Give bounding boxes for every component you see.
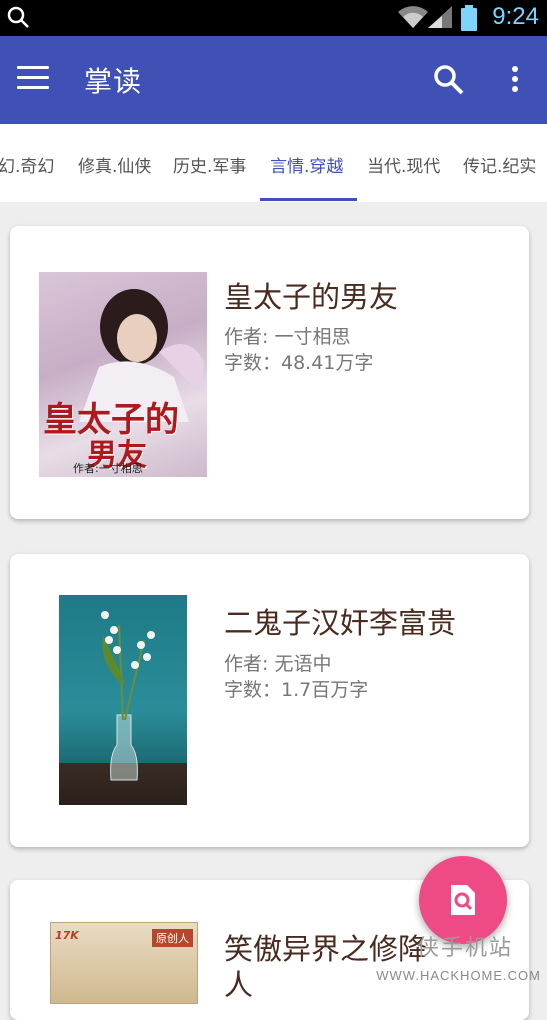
battery-icon [461, 5, 477, 35]
book-card[interactable]: 二鬼子汉奸李富贵 作者: 无语中 字数：1.7百万字 [10, 554, 529, 847]
cover-badge-17k: 17K [55, 929, 79, 942]
search-icon [6, 5, 30, 33]
watermark-cn: 侠手机站 [417, 936, 514, 961]
book-word-count: 字数：1.7百万字 [224, 679, 369, 701]
tab-romance[interactable]: 言情.穿越 [270, 152, 343, 177]
book-cover: 皇太子的 男友 作者:一寸相思 [39, 272, 207, 477]
menu-icon[interactable] [17, 66, 49, 92]
app-bar: 掌读 [0, 36, 547, 124]
app-title: 掌读 [84, 65, 143, 98]
signal-icon [428, 6, 452, 32]
book-author: 作者: 无语中 [224, 653, 332, 675]
book-cover: 17K 原创人 [50, 922, 198, 1004]
tab-modern[interactable]: 当代.现代 [367, 152, 440, 177]
status-time: 9:24 [492, 3, 539, 30]
wifi-icon [398, 6, 428, 32]
book-title-line2: 人 [224, 968, 254, 1002]
book-cover [59, 595, 187, 805]
search-icon[interactable] [433, 64, 465, 100]
tab-xianxia[interactable]: 修真.仙侠 [78, 152, 151, 177]
tab-indicator [260, 198, 357, 201]
find-in-page-icon [451, 885, 475, 915]
category-tabs: 幻.奇幻 修真.仙侠 历史.军事 言情.穿越 当代.现代 传记.纪实 [0, 124, 547, 202]
tab-history[interactable]: 历史.军事 [173, 152, 246, 177]
book-card[interactable]: 皇太子的 男友 作者:一寸相思 皇太子的男友 作者: 一寸相思 字数：48.41… [10, 226, 529, 519]
watermark: WWW.HACKHOME.COM [376, 968, 541, 983]
status-bar: 9:24 [0, 0, 547, 36]
tab-biography[interactable]: 传记.纪实 [463, 152, 536, 177]
book-word-count: 字数：48.41万字 [224, 352, 374, 374]
book-author: 作者: 一寸相思 [224, 326, 351, 348]
book-title: 笑傲异界之修降 [224, 932, 428, 966]
more-vert-icon[interactable] [510, 66, 520, 96]
tab-fantasy[interactable]: 幻.奇幻 [0, 152, 54, 177]
book-title: 二鬼子汉奸李富贵 [224, 606, 457, 640]
book-title: 皇太子的男友 [224, 280, 399, 314]
cover-author: 作者:一寸相思 [73, 462, 143, 475]
cover-badge-original: 原创人 [152, 929, 193, 947]
